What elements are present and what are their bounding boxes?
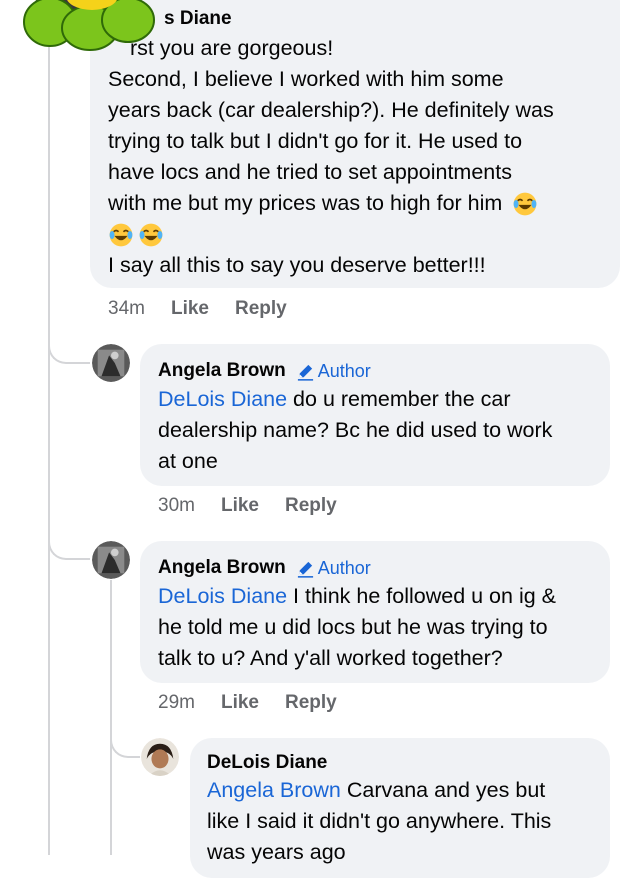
comment-line: he told me u did locs but he was trying … bbox=[158, 615, 548, 639]
comment-line: Second, I believe I worked with him some bbox=[108, 67, 504, 91]
thread-line-main bbox=[48, 40, 50, 855]
laughing-tears-emoji bbox=[139, 223, 163, 246]
comment-line: dealership name? Bc he did used to work bbox=[158, 418, 553, 442]
comment-line: trying to talk but I didn't go for it. H… bbox=[108, 129, 523, 153]
author-badge: Author bbox=[296, 558, 371, 579]
avatar[interactable] bbox=[92, 541, 130, 579]
comment-timestamp[interactable]: 34m bbox=[108, 298, 145, 320]
mention-link[interactable]: DeLois Diane bbox=[158, 584, 287, 608]
emoji-line bbox=[108, 219, 608, 250]
green-flower-sticker bbox=[23, 0, 155, 51]
comment-line: years back (car dealership?). He definit… bbox=[108, 98, 554, 122]
mention-link[interactable]: DeLois Diane bbox=[158, 387, 287, 411]
comment-author[interactable]: Angela Brown bbox=[158, 557, 286, 579]
comment-timestamp[interactable]: 30m bbox=[158, 495, 195, 517]
comment-author[interactable]: s Diane bbox=[164, 8, 232, 30]
comment-line: with me but my prices was to high for hi… bbox=[108, 191, 503, 215]
comment-line: I say all this to say you deserve better… bbox=[108, 253, 486, 277]
avatar[interactable] bbox=[92, 344, 130, 382]
thread-connector bbox=[48, 516, 90, 560]
mention-link[interactable]: Angela Brown bbox=[207, 778, 341, 802]
comment-text: rst you are gorgeous! Second, I believe … bbox=[108, 33, 608, 281]
pencil-icon bbox=[297, 364, 313, 381]
comment-line: Carvana and yes but bbox=[340, 778, 546, 802]
comment-actions: 34m Like Reply bbox=[108, 298, 287, 320]
comment-actions: 30m Like Reply bbox=[158, 495, 337, 517]
comment-timestamp[interactable]: 29m bbox=[158, 692, 195, 714]
comment-line: talk to u? And y'all worked together? bbox=[158, 646, 503, 670]
comment-line: rst you are gorgeous! bbox=[130, 36, 334, 60]
comment-line: at one bbox=[158, 449, 218, 473]
avatar[interactable] bbox=[141, 738, 179, 776]
like-button[interactable]: Like bbox=[221, 692, 259, 714]
comment-text: DeLois Diane I think he followed u on ig… bbox=[158, 581, 603, 674]
author-badge-label: Author bbox=[317, 360, 371, 381]
comment-line: have locs and he tried to set appointmen… bbox=[108, 160, 512, 184]
laughing-tears-emoji bbox=[109, 223, 133, 246]
comment-actions: 29m Like Reply bbox=[158, 692, 337, 714]
like-button[interactable]: Like bbox=[171, 298, 209, 320]
comment-header: Angela Brown Author bbox=[158, 360, 371, 382]
laughing-tears-emoji bbox=[513, 192, 537, 216]
author-badge-label: Author bbox=[317, 557, 371, 578]
comment-text: DeLois Diane do u remember the car deale… bbox=[158, 384, 603, 477]
reply-button[interactable]: Reply bbox=[285, 495, 337, 517]
comment-line: I think he followed u on ig & bbox=[287, 584, 556, 608]
author-badge: Author bbox=[296, 361, 371, 382]
comment-text: Angela Brown Carvana and yes but like I … bbox=[207, 775, 602, 868]
reply-button[interactable]: Reply bbox=[285, 692, 337, 714]
thread-connector bbox=[48, 320, 90, 364]
reply-button[interactable]: Reply bbox=[235, 298, 287, 320]
comment-author[interactable]: Angela Brown bbox=[158, 360, 286, 382]
comment-line: do u remember the car bbox=[287, 387, 511, 411]
comment-header: Angela Brown Author bbox=[158, 557, 371, 579]
thread-connector bbox=[110, 712, 140, 758]
comment-line: like I said it didn't go anywhere. This bbox=[207, 809, 552, 833]
pencil-icon bbox=[297, 561, 313, 578]
comment-author[interactable]: DeLois Diane bbox=[207, 752, 327, 774]
comment-line: was years ago bbox=[207, 840, 346, 864]
comment-line-with-emoji: with me but my prices was to high for hi… bbox=[108, 188, 608, 219]
like-button[interactable]: Like bbox=[221, 495, 259, 517]
